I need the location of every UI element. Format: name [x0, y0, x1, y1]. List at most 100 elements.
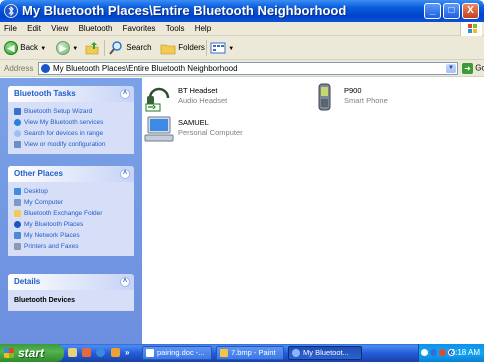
views-dropdown-icon[interactable]: ▼	[228, 46, 234, 52]
forward-button[interactable]: ▶ ▼	[56, 39, 78, 57]
task-setup-wizard[interactable]: Bluetooth Setup Wizard	[14, 106, 130, 117]
back-button[interactable]: ◀ Back ▼	[4, 39, 46, 57]
window-title: My Bluetooth Places\Entire Bluetooth Nei…	[22, 3, 347, 18]
computer-icon	[14, 199, 21, 206]
quick-launch-icon[interactable]	[68, 348, 77, 358]
place-label: My Computer	[24, 199, 64, 206]
address-dropdown-icon[interactable]: ▼	[446, 64, 456, 73]
quick-launch-icon[interactable]	[82, 348, 92, 358]
windows-logo-icon	[468, 24, 477, 33]
device-samuel[interactable]: SAMUEL Personal Computer	[144, 114, 264, 144]
phone-icon	[318, 83, 331, 111]
taskbar-item-pairing-doc[interactable]: pairing.doc -...	[142, 346, 212, 360]
folders-label: Folders	[178, 43, 205, 52]
toolbar-separator	[206, 40, 207, 56]
task-configuration[interactable]: View or modify configuration	[14, 139, 130, 150]
address-bar: Address My Bluetooth Places\Entire Bluet…	[0, 60, 484, 77]
search-button[interactable]: Search	[108, 39, 152, 57]
place-my-computer[interactable]: My Computer	[14, 197, 130, 208]
menu-tools[interactable]: Tools	[162, 22, 189, 34]
device-type: Smart Phone	[344, 96, 388, 105]
details-header[interactable]: Details ˄	[8, 274, 134, 290]
forward-dropdown-icon[interactable]: ▼	[72, 46, 78, 52]
start-label: start	[18, 346, 45, 360]
go-button[interactable]: ➜ Go	[462, 63, 484, 74]
bluetooth-icon	[14, 119, 21, 126]
back-arrow-icon: ◀	[4, 40, 18, 55]
folders-button[interactable]: Folders	[160, 39, 205, 57]
taskbar-item-label: 7.bmp - Paint	[231, 348, 276, 357]
go-label: Go	[475, 63, 484, 73]
device-type: Personal Computer	[178, 128, 243, 137]
views-icon	[210, 42, 226, 54]
details-text: Bluetooth Devices	[14, 297, 76, 304]
task-label: Search for devices in range	[24, 130, 104, 137]
up-folder-button[interactable]	[84, 39, 100, 57]
other-places-panel: Other Places ˄ Desktop My Computer Bluet…	[8, 166, 134, 256]
place-network-places[interactable]: My Network Places	[14, 230, 130, 241]
task-label: Bluetooth Setup Wizard	[24, 108, 93, 115]
maximize-button[interactable]: □	[443, 3, 460, 19]
place-my-bluetooth-places[interactable]: My Bluetooth Places	[14, 219, 130, 230]
place-label: Printers and Faxes	[24, 243, 79, 250]
wizard-icon	[14, 108, 21, 115]
place-label: Desktop	[24, 188, 48, 195]
menu-view[interactable]: View	[47, 22, 72, 34]
menu-bluetooth[interactable]: Bluetooth	[75, 22, 117, 34]
address-label: Address	[4, 64, 34, 73]
menu-favorites[interactable]: Favorites	[119, 22, 160, 34]
system-tray: 4:18 AM	[418, 344, 484, 362]
quick-launch-icon[interactable]	[110, 348, 120, 358]
network-icon	[14, 232, 21, 239]
forward-arrow-icon: ▶	[56, 40, 70, 55]
device-p900[interactable]: P900 Smart Phone	[310, 82, 430, 112]
internet-explorer-icon[interactable]	[96, 348, 106, 358]
folders-icon	[160, 44, 176, 55]
address-value: My Bluetooth Places\Entire Bluetooth Nei…	[53, 64, 238, 73]
views-button[interactable]: ▼	[210, 39, 234, 57]
quick-launch-more[interactable]: »	[125, 348, 129, 357]
task-label: View My Bluetooth services	[24, 119, 104, 126]
address-input[interactable]: My Bluetooth Places\Entire Bluetooth Nei…	[38, 62, 458, 75]
clock[interactable]: 4:18 AM	[451, 348, 480, 357]
place-label: My Bluetooth Places	[24, 221, 84, 228]
device-name: P900	[344, 86, 362, 95]
word-document-icon	[146, 349, 154, 357]
bluetooth-places-icon	[4, 4, 18, 18]
tray-icon[interactable]	[430, 349, 437, 356]
toolbar: ◀ Back ▼ ▶ ▼ Search Folders ▼	[0, 36, 484, 60]
collapse-chevron-icon[interactable]: ˄	[120, 169, 130, 179]
taskbar-item-my-bluetooth[interactable]: My Bluetoot...	[288, 346, 362, 360]
start-button[interactable]: start	[0, 344, 64, 362]
place-label: Bluetooth Exchange Folder	[24, 210, 103, 217]
minimize-button[interactable]: _	[424, 3, 441, 19]
place-printers-faxes[interactable]: Printers and Faxes	[14, 241, 130, 252]
place-label: My Network Places	[24, 232, 80, 239]
menu-edit[interactable]: Edit	[23, 22, 45, 34]
menu-file[interactable]: File	[0, 22, 21, 34]
task-label: View or modify configuration	[24, 141, 106, 148]
windows-logo-icon	[4, 348, 14, 358]
device-bt-headset[interactable]: BT Headset Audio Headset	[144, 82, 264, 112]
place-exchange-folder[interactable]: Bluetooth Exchange Folder	[14, 208, 130, 219]
tray-icon[interactable]	[439, 349, 446, 356]
device-name: SAMUEL	[178, 118, 209, 127]
quick-launch: »	[68, 348, 136, 359]
menu-help[interactable]: Help	[191, 22, 215, 34]
taskbar-item-label: pairing.doc -...	[157, 348, 205, 357]
collapse-chevron-icon[interactable]: ˄	[120, 277, 130, 287]
tray-icon[interactable]	[421, 349, 428, 356]
go-arrow-icon: ➜	[462, 63, 473, 74]
other-places-header[interactable]: Other Places ˄	[8, 166, 134, 182]
taskbar: start » pairing.doc -... 7.bmp - Paint M…	[0, 344, 484, 362]
back-dropdown-icon[interactable]: ▼	[40, 46, 46, 52]
taskbar-item-paint[interactable]: 7.bmp - Paint	[216, 346, 284, 360]
place-desktop[interactable]: Desktop	[14, 186, 130, 197]
bluetooth-tasks-header[interactable]: Bluetooth Tasks ˄	[8, 86, 134, 102]
device-list: BT Headset Audio Headset P900 Smart Phon…	[142, 78, 484, 344]
collapse-chevron-icon[interactable]: ˄	[120, 89, 130, 99]
task-view-services[interactable]: View My Bluetooth services	[14, 117, 130, 128]
task-search-devices[interactable]: Search for devices in range	[14, 128, 130, 139]
printer-icon	[14, 243, 21, 250]
close-button[interactable]: X	[462, 3, 479, 19]
